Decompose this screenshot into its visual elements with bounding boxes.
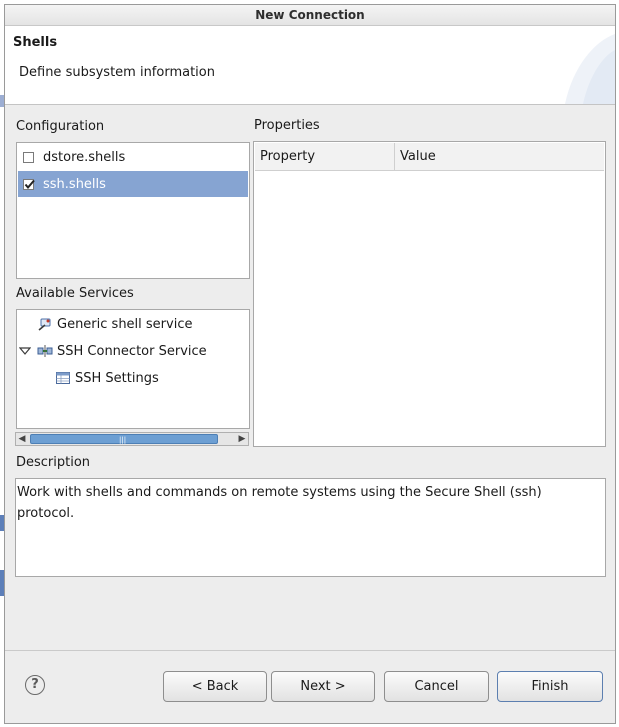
description-text: Work with shells and commands on remote …	[17, 485, 542, 521]
config-item-dstore-shells[interactable]: dstore.shells	[18, 144, 248, 170]
column-header-property[interactable]: Property	[255, 143, 394, 170]
config-checkbox[interactable]	[23, 178, 35, 190]
scroll-left-icon[interactable]: ◀	[16, 433, 28, 445]
configuration-label: Configuration	[16, 119, 105, 134]
shell-service-icon	[38, 318, 51, 331]
banner-graphic	[565, 34, 615, 104]
cancel-button[interactable]: Cancel	[384, 671, 489, 702]
finish-button[interactable]: Finish	[497, 671, 603, 702]
description-box: Work with shells and commands on remote …	[15, 478, 606, 577]
properties-table-header: Property Value	[255, 143, 604, 171]
config-item-ssh-shells[interactable]: ssh.shells	[18, 171, 248, 197]
properties-label: Properties	[254, 118, 320, 133]
services-tree[interactable]: Generic shell service SSH Connector Serv…	[16, 309, 250, 429]
config-checkbox[interactable]	[23, 151, 34, 163]
connector-service-icon	[37, 345, 53, 357]
scroll-right-icon[interactable]: ▶	[236, 433, 248, 445]
tree-item-ssh-connector-service[interactable]: SSH Connector Service	[19, 338, 207, 364]
tree-item-label: SSH Settings	[75, 370, 159, 386]
dialog-titlebar[interactable]: New Connection	[5, 5, 615, 26]
tree-collapse-icon[interactable]	[19, 345, 31, 357]
tree-item-ssh-settings[interactable]: SSH Settings	[55, 365, 159, 391]
description-label: Description	[16, 455, 91, 470]
scrollbar-grip-icon: |||	[119, 436, 127, 444]
column-header-value[interactable]: Value	[394, 143, 605, 170]
config-item-label: ssh.shells	[43, 176, 106, 192]
settings-table-icon	[56, 372, 70, 384]
scrollbar-thumb[interactable]: |||	[30, 434, 218, 444]
page-title: Shells	[13, 35, 58, 50]
available-services-label: Available Services	[16, 286, 134, 301]
wizard-banner: Shells Define subsystem information	[5, 26, 615, 105]
page-description: Define subsystem information	[19, 65, 215, 80]
dialog-title: New Connection	[255, 8, 365, 22]
services-horizontal-scrollbar[interactable]: ◀ ||| ▶	[15, 432, 249, 446]
help-icon[interactable]: ?	[25, 675, 45, 695]
next-button[interactable]: Next >	[271, 671, 375, 702]
properties-table[interactable]: Property Value	[253, 141, 606, 447]
tree-item-label: Generic shell service	[57, 316, 193, 332]
config-item-label: dstore.shells	[43, 149, 126, 165]
button-bar-separator	[5, 650, 615, 651]
configuration-list[interactable]: dstore.shells ssh.shells	[16, 142, 250, 279]
back-button[interactable]: < Back	[163, 671, 267, 702]
tree-item-generic-shell-service[interactable]: Generic shell service	[37, 311, 192, 337]
tree-item-label: SSH Connector Service	[57, 343, 207, 359]
checkmark-icon	[24, 179, 35, 189]
